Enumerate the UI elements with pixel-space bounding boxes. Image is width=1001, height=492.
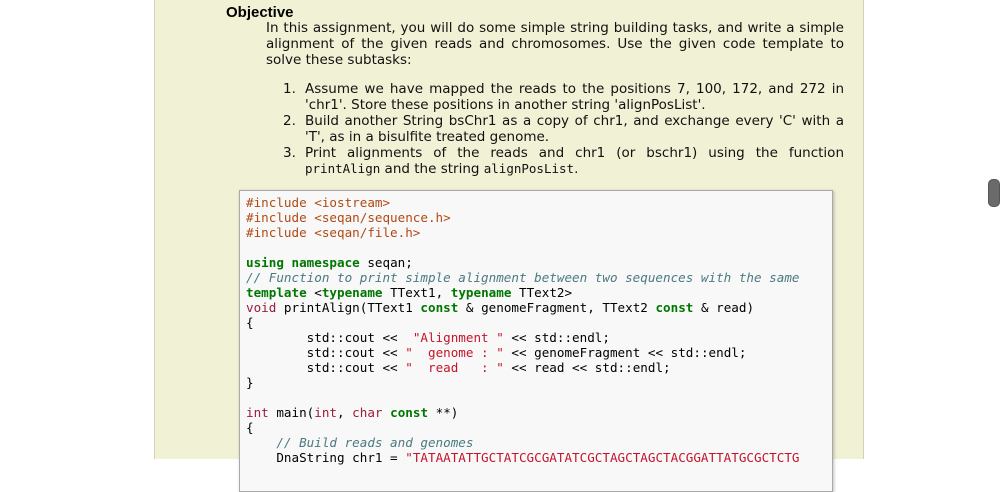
string-literal: " genome : " bbox=[405, 345, 504, 360]
inline-code-alignposlist: alignPosList bbox=[483, 161, 575, 176]
code-text: { bbox=[246, 420, 254, 435]
code-text: std::cout << bbox=[246, 330, 413, 345]
string-literal: "TATAATATTGCTATCGCGATATCGCTAGCTAGCTACGGA… bbox=[405, 450, 800, 465]
task-list: 1. Assume we have mapped the reads to th… bbox=[283, 81, 844, 177]
keyword: typename bbox=[321, 285, 383, 300]
list-item: 1. Assume we have mapped the reads to th… bbox=[283, 81, 844, 113]
code-line: std::cout << " read : " << read << std::… bbox=[246, 360, 832, 375]
code-text: DnaString chr1 = bbox=[246, 450, 406, 465]
inline-code-printalign: printAlign bbox=[305, 161, 381, 176]
code-text: main( bbox=[268, 405, 315, 420]
keyword: typename bbox=[450, 285, 512, 300]
scrollbar-thumb[interactable] bbox=[988, 179, 1000, 207]
code-line: std::cout << " genome : " << genomeFragm… bbox=[246, 345, 832, 360]
code-text: std::cout << bbox=[246, 345, 406, 360]
keyword: const bbox=[655, 300, 694, 315]
code-text: & read) bbox=[693, 300, 755, 315]
string-literal: "Alignment " bbox=[412, 330, 504, 345]
keyword: const bbox=[390, 405, 429, 420]
code-text: TText1, bbox=[382, 285, 451, 300]
code-comment: // Function to print simple alignment be… bbox=[246, 270, 800, 285]
code-text: } bbox=[246, 375, 254, 390]
list-number: 2. bbox=[283, 113, 296, 129]
code-line: } bbox=[246, 375, 832, 390]
code-block: #include <iostream> #include <seqan/seque… bbox=[239, 190, 833, 492]
intro-paragraph: In this assignment, you will do some sim… bbox=[266, 20, 844, 68]
type-keyword: void bbox=[246, 300, 277, 315]
task-text: and the string bbox=[380, 161, 484, 177]
code-line: std::cout << "Alignment " << std::endl; bbox=[246, 330, 832, 345]
preprocessor-include: #include <iostream> bbox=[246, 195, 391, 210]
code-line: #include <seqan/sequence.h> bbox=[246, 210, 832, 225]
code-line: { bbox=[246, 420, 832, 435]
code-text: **) bbox=[428, 405, 459, 420]
preprocessor-include: #include <seqan/sequence.h> bbox=[246, 210, 451, 225]
code-text: << std::endl; bbox=[503, 330, 610, 345]
code-text: & genomeFragment, TText2 bbox=[458, 300, 656, 315]
code-line: template <typename TText1, typename TTex… bbox=[246, 285, 832, 300]
code-text: std::cout << bbox=[246, 360, 406, 375]
code-line: #include <iostream> bbox=[246, 195, 832, 210]
code-line: int main(int, char const **) bbox=[246, 405, 832, 420]
type-keyword: int bbox=[314, 405, 337, 420]
code-text: << read << std::endl; bbox=[503, 360, 671, 375]
task-text: Print alignments of the reads and chr1 (… bbox=[305, 145, 844, 161]
code-text: { bbox=[246, 315, 254, 330]
assignment-page: Objective In this assignment, you will d… bbox=[154, 0, 864, 492]
keyword: template bbox=[246, 285, 307, 300]
code-line: { bbox=[246, 315, 832, 330]
code-text: printAlign(TText1 bbox=[276, 300, 421, 315]
code-line: #include <seqan/file.h> bbox=[246, 225, 832, 240]
type-keyword: int bbox=[246, 405, 269, 420]
task-text: Build another String bsChr1 as a copy of… bbox=[305, 113, 844, 145]
list-number: 3. bbox=[283, 145, 296, 161]
preprocessor-include: #include <seqan/file.h> bbox=[246, 225, 421, 240]
code-line: DnaString chr1 = "TATAATATTGCTATCGCGATAT… bbox=[246, 450, 832, 465]
code-text: TText2> bbox=[511, 285, 573, 300]
code-line: using namespace seqan; bbox=[246, 255, 832, 270]
code-text: , bbox=[337, 405, 353, 420]
task-text: Assume we have mapped the reads to the p… bbox=[305, 81, 844, 113]
keyword: using namespace bbox=[246, 255, 360, 270]
list-item: 2. Build another String bsChr1 as a copy… bbox=[283, 113, 844, 145]
list-item: 3. Print alignments of the reads and chr… bbox=[283, 145, 844, 177]
code-line: void printAlign(TText1 const & genomeFra… bbox=[246, 300, 832, 315]
code-text: seqan; bbox=[359, 255, 413, 270]
string-literal: " read : " bbox=[405, 360, 504, 375]
code-comment: // Build reads and genomes bbox=[246, 435, 474, 450]
task-text: . bbox=[574, 161, 579, 177]
code-text: << genomeFragment << std::endl; bbox=[503, 345, 747, 360]
code-line: // Build reads and genomes bbox=[246, 435, 832, 450]
code-text: < bbox=[306, 285, 322, 300]
keyword: const bbox=[420, 300, 459, 315]
type-keyword: char bbox=[352, 405, 383, 420]
section-heading: Objective bbox=[226, 4, 294, 21]
list-number: 1. bbox=[283, 81, 296, 97]
code-line: // Function to print simple alignment be… bbox=[246, 270, 832, 285]
